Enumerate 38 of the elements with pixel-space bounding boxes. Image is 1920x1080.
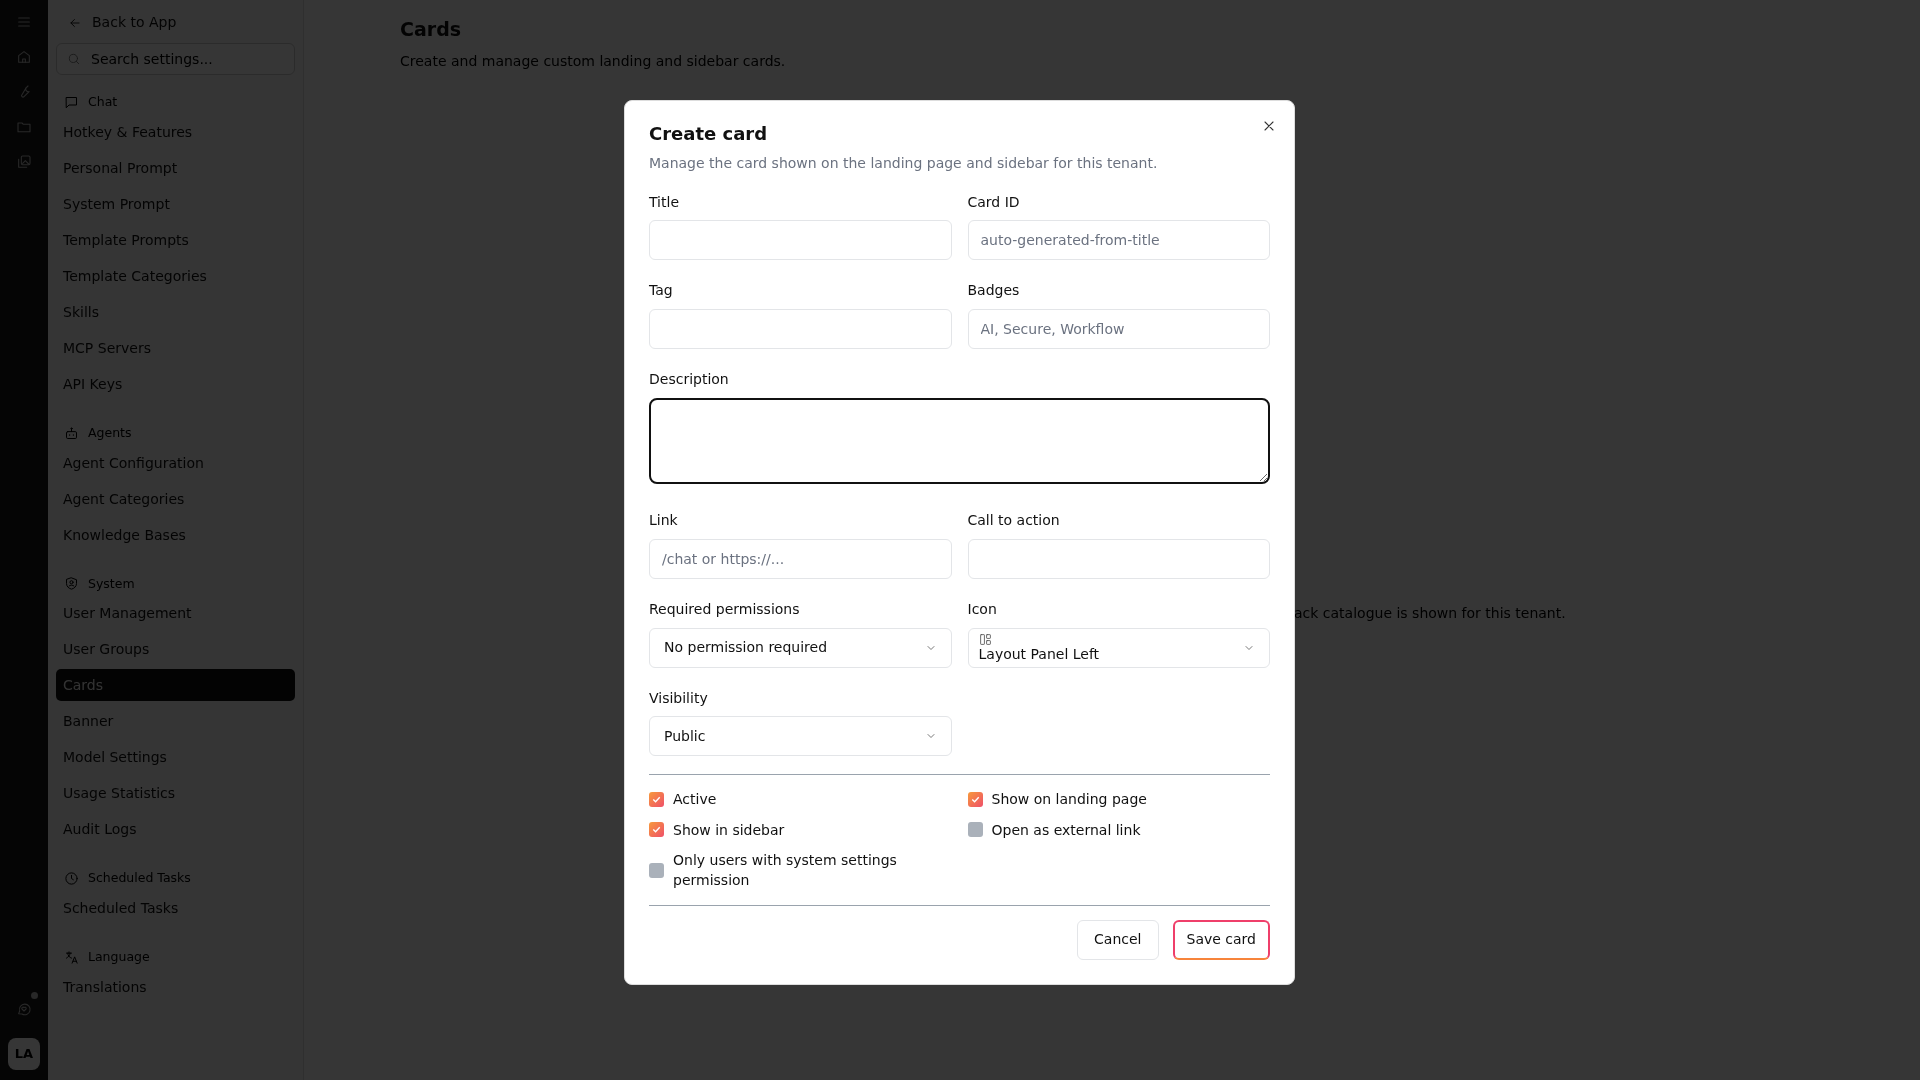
check-icon (651, 824, 662, 836)
save-button[interactable]: Save card (1172, 919, 1270, 960)
field-label: Link (649, 512, 679, 529)
field-label: Badges (967, 282, 1021, 300)
checkbox-label: Show in sidebar (673, 820, 785, 840)
input-field[interactable] (967, 538, 1270, 579)
checkbox-label: Only users with system settings permission (673, 850, 898, 891)
field-label: Visibility (649, 689, 709, 707)
layout-icon (978, 633, 992, 647)
check-icon (651, 794, 662, 805)
checkbox-label: Active (673, 790, 717, 810)
field-label: Required permissions (649, 600, 801, 618)
text-area[interactable] (649, 398, 1270, 484)
field-label: Icon (967, 600, 998, 618)
field-label: Tag (649, 282, 674, 300)
input-field[interactable] (649, 309, 952, 350)
input-field[interactable]: /chat or https://... (649, 538, 952, 579)
checkbox[interactable] (967, 792, 983, 807)
input-field[interactable]: auto-generated-from-title (967, 220, 1270, 261)
input-field[interactable]: AI, Secure, Workflow (967, 309, 1270, 350)
checkbox[interactable] (649, 822, 664, 838)
dialog-title: Create card (649, 123, 769, 145)
field-label: Card ID (967, 193, 1021, 211)
select-field[interactable]: No permission required (649, 627, 952, 668)
dialog-description: Manage the card shown on the landing page and sidebar for this tenant. (649, 153, 1159, 173)
checkbox[interactable] (649, 862, 664, 878)
checkbox-label: Open as external link (991, 820, 1141, 840)
checkbox-label: Show on landing page (991, 790, 1147, 810)
input-field[interactable] (649, 220, 952, 261)
checkbox[interactable] (967, 822, 983, 838)
check-icon (969, 794, 981, 805)
field-label: Title (649, 193, 680, 211)
cancel-button[interactable]: Cancel (1077, 919, 1159, 960)
field-label: Description (649, 371, 730, 388)
checkbox[interactable] (649, 792, 664, 807)
select-field[interactable]: Layout Panel Left (967, 627, 1270, 668)
select-field[interactable]: Public (649, 716, 952, 757)
field-label: Call to action (967, 512, 1061, 529)
